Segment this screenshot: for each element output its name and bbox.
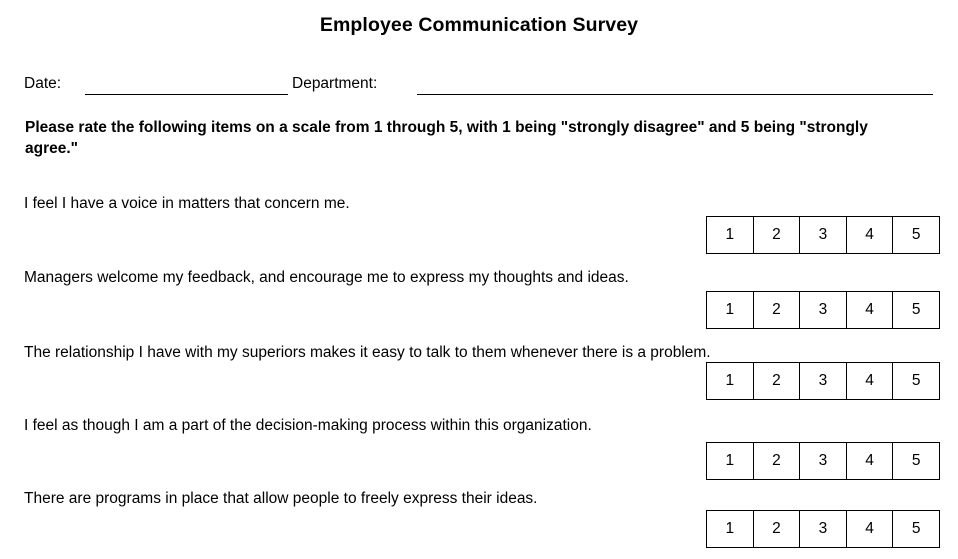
scale-option-5[interactable]: 5 <box>892 442 940 480</box>
date-input-line[interactable] <box>85 94 288 95</box>
scale-option-3[interactable]: 3 <box>799 510 847 548</box>
department-input-line[interactable] <box>417 94 933 95</box>
scale-option-1[interactable]: 1 <box>706 291 754 329</box>
scale-option-4[interactable]: 4 <box>845 216 894 254</box>
table-row: 1 2 3 4 5 <box>706 442 940 480</box>
date-label: Date: <box>24 75 62 92</box>
department-label: Department: <box>292 75 378 92</box>
survey-page: Employee Communication Survey Date: Depa… <box>0 0 958 559</box>
scale-option-4[interactable]: 4 <box>845 362 894 400</box>
scale-option-2[interactable]: 2 <box>752 442 801 480</box>
scale-option-5[interactable]: 5 <box>892 510 940 548</box>
scale-option-3[interactable]: 3 <box>799 362 847 400</box>
scale-option-1[interactable]: 1 <box>706 362 754 400</box>
rating-scale[interactable]: 1 2 3 4 5 <box>706 362 940 400</box>
rating-scale[interactable]: 1 2 3 4 5 <box>706 291 940 329</box>
table-row: 1 2 3 4 5 <box>706 362 940 400</box>
rating-scale[interactable]: 1 2 3 4 5 <box>706 510 940 548</box>
table-row: 1 2 3 4 5 <box>706 510 940 548</box>
meta-row: Date: Department: <box>24 74 939 98</box>
question-text: The relationship I have with my superior… <box>24 344 711 361</box>
rating-scale[interactable]: 1 2 3 4 5 <box>706 442 940 480</box>
scale-option-4[interactable]: 4 <box>845 442 894 480</box>
table-row: 1 2 3 4 5 <box>706 216 940 254</box>
scale-option-2[interactable]: 2 <box>752 291 801 329</box>
question-text: I feel as though I am a part of the deci… <box>24 417 592 434</box>
scale-option-3[interactable]: 3 <box>799 291 847 329</box>
scale-option-4[interactable]: 4 <box>845 510 894 548</box>
scale-option-5[interactable]: 5 <box>892 216 940 254</box>
page-title: Employee Communication Survey <box>319 14 639 36</box>
scale-option-5[interactable]: 5 <box>892 291 940 329</box>
scale-option-2[interactable]: 2 <box>752 216 801 254</box>
question-text: Managers welcome my feedback, and encour… <box>24 269 629 286</box>
rating-scale[interactable]: 1 2 3 4 5 <box>706 216 940 254</box>
scale-option-5[interactable]: 5 <box>892 362 940 400</box>
question-text: I feel I have a voice in matters that co… <box>24 195 350 212</box>
instructions-text: Please rate the following items on a sca… <box>25 119 868 157</box>
scale-option-3[interactable]: 3 <box>799 216 847 254</box>
scale-option-1[interactable]: 1 <box>706 216 754 254</box>
scale-option-2[interactable]: 2 <box>752 510 801 548</box>
scale-option-1[interactable]: 1 <box>706 442 754 480</box>
scale-option-1[interactable]: 1 <box>706 510 754 548</box>
scale-option-3[interactable]: 3 <box>799 442 847 480</box>
table-row: 1 2 3 4 5 <box>706 291 940 329</box>
question-text: There are programs in place that allow p… <box>24 490 538 507</box>
scale-option-4[interactable]: 4 <box>845 291 894 329</box>
scale-option-2[interactable]: 2 <box>752 362 801 400</box>
